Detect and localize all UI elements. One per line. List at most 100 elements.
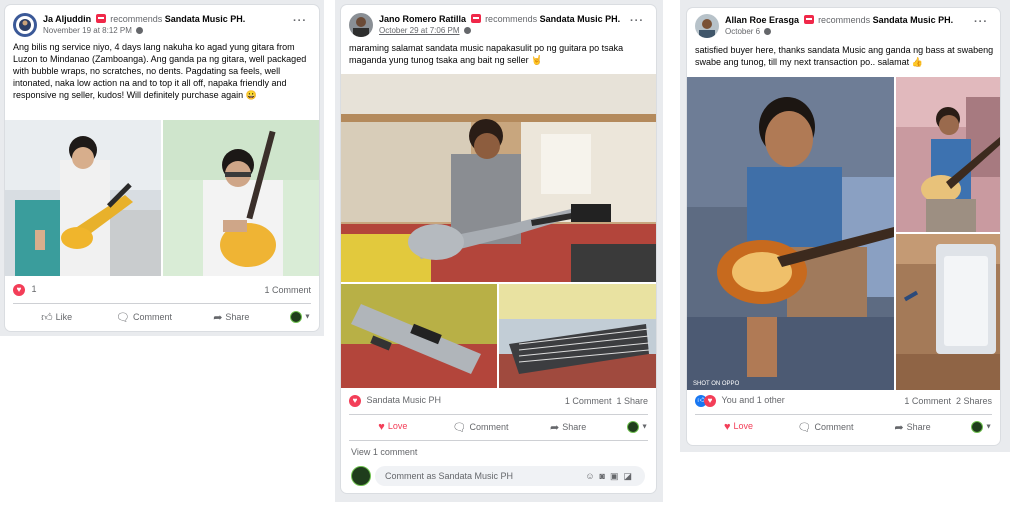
post-photo-3[interactable] <box>499 284 656 388</box>
comment-button[interactable]: 🗨︎ Comment <box>100 311 187 324</box>
author-line: Allan Roe Erasga recommends Sandata Musi… <box>725 15 953 25</box>
recommend-icon <box>803 15 814 24</box>
page-avatar <box>626 421 639 433</box>
post-photo-1[interactable] <box>5 120 161 276</box>
avatar[interactable] <box>695 14 719 38</box>
comment-count[interactable]: 1 Comment <box>904 396 951 406</box>
reaction-names[interactable]: Sandata Music PH <box>367 395 442 405</box>
engagement-counts: 1 Comment 2 Shares <box>904 396 992 406</box>
comment-count[interactable]: 1 Comment <box>565 396 612 406</box>
share-button[interactable]: ➦ Share <box>869 421 956 434</box>
page-name[interactable]: Sandata Music PH. <box>540 14 621 24</box>
author-name[interactable]: Allan Roe Erasga <box>725 15 799 25</box>
share-label: Share <box>225 311 250 322</box>
action-bar: 👍︎ Like 🗨︎ Comment ➦ Share ▼ <box>13 306 311 328</box>
comment-input[interactable]: Comment as Sandata Music PH ☺◙▣◪ <box>375 466 645 486</box>
comment-tools: ☺◙▣◪ <box>585 466 637 486</box>
comment-placeholder: Comment as Sandata Music PH <box>385 471 514 481</box>
comment-icon: 🗨︎ <box>452 421 467 434</box>
profile-switcher[interactable]: ▼ <box>275 311 311 323</box>
globe-icon <box>764 28 772 35</box>
share-icon: ➦ <box>550 421 560 434</box>
more-icon[interactable]: ··· <box>974 16 988 28</box>
action-bar: ♥ Love 🗨︎ Comment ➦ Share ▼ <box>695 416 992 438</box>
post-timestamp[interactable]: October 6 <box>725 27 760 36</box>
profile-switcher[interactable]: ▼ <box>956 421 992 433</box>
divider <box>349 414 648 415</box>
post-photo-3[interactable] <box>896 234 1000 390</box>
post-text: satisfied buyer here, thanks sandata Mus… <box>695 45 994 67</box>
like-button[interactable]: 👍︎ Like <box>13 311 100 324</box>
author-name[interactable]: Jano Romero Ratilla <box>379 14 466 24</box>
action-bar: ♥ Love 🗨︎ Comment ➦ Share ▼ <box>349 416 648 438</box>
post-timestamp[interactable]: October 29 at 7:06 PM <box>379 26 460 35</box>
share-count[interactable]: 2 Shares <box>956 396 992 406</box>
page-avatar <box>970 421 983 433</box>
profile-switcher[interactable]: ▼ <box>612 421 648 433</box>
avatar[interactable] <box>13 13 37 37</box>
emoji-icon[interactable]: ☺ <box>585 471 599 481</box>
love-button[interactable]: ♥ Love <box>349 421 437 433</box>
comment-icon: 🗨︎ <box>797 421 812 434</box>
reaction-summary: 👍︎ ♥ You and 1 other 1 Comment 2 Shares <box>695 395 992 411</box>
heart-icon: ♥ <box>704 395 716 407</box>
camera-icon[interactable]: ◙ <box>600 471 610 481</box>
comment-count[interactable]: 1 Comment <box>264 285 311 295</box>
love-label: Love <box>733 421 754 431</box>
heart-icon: ♥ <box>378 421 385 433</box>
view-comments-link[interactable]: View 1 comment <box>351 447 417 457</box>
heart-icon: ♥ <box>349 395 361 407</box>
more-icon[interactable]: ··· <box>293 15 307 27</box>
share-label: Share <box>906 421 931 432</box>
post-photo-2[interactable] <box>896 77 1000 232</box>
page-name[interactable]: Sandata Music PH. <box>165 14 246 24</box>
recommends-label: recommends <box>485 14 538 24</box>
recommend-icon <box>470 14 481 23</box>
share-label: Share <box>562 421 587 432</box>
comment-label: Comment <box>469 421 509 432</box>
post-text: Ang bilis ng service niyo, 4 days lang n… <box>13 42 307 100</box>
love-button[interactable]: ♥ Love <box>695 421 782 433</box>
post-timestamp[interactable]: November 19 at 8:12 PM <box>43 26 132 35</box>
post-header: Allan Roe Erasga recommends Sandata Musi… <box>695 12 992 40</box>
avatar[interactable] <box>349 13 373 37</box>
post-photo-2[interactable] <box>163 120 319 276</box>
author-line: Jano Romero Ratilla recommends Sandata M… <box>379 14 620 24</box>
author-name[interactable]: Ja Aljuddin <box>43 14 91 24</box>
post-card-1: Ja Aljuddin recommends Sandata Music PH.… <box>5 5 319 331</box>
reaction-count[interactable]: 1 <box>32 284 37 294</box>
comment-button[interactable]: 🗨︎ Comment <box>782 421 869 434</box>
divider <box>349 440 648 441</box>
sticker-icon[interactable]: ◪ <box>623 471 637 481</box>
post-text: maraming salamat sandata music napakasul… <box>349 43 624 65</box>
share-button[interactable]: ➦ Share <box>188 311 275 324</box>
share-count[interactable]: 1 Share <box>616 396 648 406</box>
divider <box>13 303 311 304</box>
post-photo-2[interactable] <box>341 284 497 388</box>
reaction-names[interactable]: You and 1 other <box>722 395 785 405</box>
share-button[interactable]: ➦ Share <box>524 421 612 434</box>
commenter-avatar <box>351 466 371 486</box>
chevron-down-icon: ▼ <box>985 423 992 431</box>
post-photo-main[interactable] <box>341 74 656 282</box>
gif-icon[interactable]: ▣ <box>610 471 624 481</box>
heart-icon: ♥ <box>13 284 25 296</box>
like-label: Like <box>55 311 73 322</box>
post-header: Jano Romero Ratilla recommends Sandata M… <box>349 11 648 39</box>
heart-icon: ♥ <box>723 421 731 433</box>
share-icon: ➦ <box>213 311 223 324</box>
page-name[interactable]: Sandata Music PH. <box>873 15 954 25</box>
post-date: October 29 at 7:06 PM <box>379 26 471 35</box>
chevron-down-icon: ▼ <box>641 423 649 431</box>
author-line: Ja Aljuddin recommends Sandata Music PH. <box>43 14 245 24</box>
more-icon[interactable]: ··· <box>630 15 644 27</box>
comment-button[interactable]: 🗨︎ Comment <box>437 421 525 434</box>
like-icon: 👍︎ <box>41 311 53 324</box>
divider <box>695 414 992 415</box>
engagement-counts: 1 Comment 1 Share <box>565 396 648 406</box>
post-photo-main[interactable]: SHOT ON OPPO <box>687 77 894 390</box>
globe-icon <box>136 27 144 34</box>
post-card-3: Allan Roe Erasga recommends Sandata Musi… <box>687 8 1000 445</box>
post-header: Ja Aljuddin recommends Sandata Music PH.… <box>13 11 311 39</box>
comment-icon: 🗨︎ <box>116 311 130 324</box>
